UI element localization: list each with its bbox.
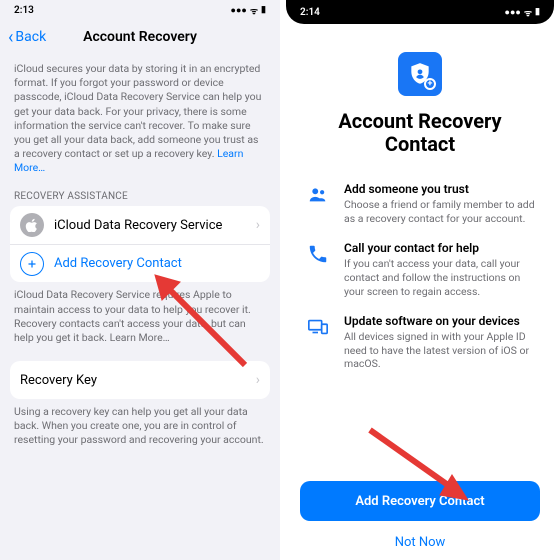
plus-badge-icon: + <box>424 78 436 90</box>
nav-bar: ‹ Back Account Recovery <box>0 20 280 54</box>
not-now-button[interactable]: Not Now <box>395 535 446 550</box>
row-label: Recovery Key <box>20 373 97 388</box>
apple-icon <box>20 213 44 237</box>
recovery-assistance-card: iCloud Data Recovery Service › Add Recov… <box>10 206 270 282</box>
feature-desc: Choose a friend or family member to add … <box>344 198 536 225</box>
phone-icon <box>304 241 332 298</box>
feature-desc: All devices signed in with your Apple ID… <box>344 330 536 371</box>
assistance-footer: iCloud Data Recovery Service requires Ap… <box>0 282 280 345</box>
recovery-key-row[interactable]: Recovery Key › <box>10 361 270 399</box>
add-recovery-contact-row[interactable]: Add Recovery Contact <box>10 244 270 282</box>
status-time: 2:13 <box>14 5 34 16</box>
status-icons: ●●●ᯤ▮ <box>505 6 540 19</box>
people-icon <box>304 182 332 225</box>
feature-title: Call your contact for help <box>344 241 536 255</box>
feature-desc: If you can't access your data, call your… <box>344 257 536 298</box>
plus-icon <box>20 252 44 276</box>
chevron-right-icon: › <box>256 217 260 233</box>
recovery-contact-icon: + <box>398 52 442 96</box>
feature-title: Add someone you trust <box>344 182 536 196</box>
feature-call-contact: Call your contact for help If you can't … <box>304 241 536 298</box>
chevron-right-icon: › <box>256 372 260 388</box>
icloud-data-recovery-row[interactable]: iCloud Data Recovery Service › <box>10 206 270 244</box>
section-header: RECOVERY ASSISTANCE <box>14 191 266 202</box>
row-label: Add Recovery Contact <box>54 256 182 271</box>
feature-update-software: Update software on your devices All devi… <box>304 314 536 371</box>
status-bar: 2:14 ●●●ᯤ▮ <box>286 0 554 24</box>
notch-wrap: 2:14 ●●●ᯤ▮ <box>280 0 560 24</box>
status-time: 2:14 <box>300 7 320 18</box>
add-recovery-contact-button[interactable]: Add Recovery Contact <box>300 481 540 521</box>
status-bar: 2:13 ●●●ᯤ▮ <box>0 0 280 20</box>
learn-more-link[interactable]: Learn More… <box>110 331 170 344</box>
intro-text: iCloud secures your data by storing it i… <box>0 54 280 175</box>
feature-add-someone: Add someone you trust Choose a friend or… <box>304 182 536 225</box>
feature-title: Update software on your devices <box>344 314 536 328</box>
page-title: Account Recovery Contact <box>304 110 536 156</box>
status-icons: ●●●ᯤ▮ <box>231 4 266 17</box>
chevron-left-icon: ‹ <box>8 27 13 48</box>
devices-icon <box>304 314 332 371</box>
row-label: iCloud Data Recovery Service <box>54 218 222 233</box>
back-button[interactable]: ‹ Back <box>8 27 46 48</box>
back-label: Back <box>15 29 46 45</box>
recovery-key-card: Recovery Key › <box>10 361 270 399</box>
recovery-key-footer: Using a recovery key can help you get al… <box>0 399 280 448</box>
